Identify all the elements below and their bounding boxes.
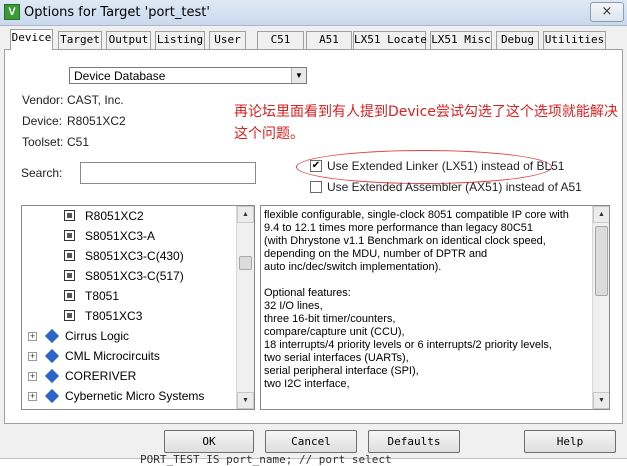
tab-target[interactable]: Target [58,31,102,49]
device-value: R8051XC2 [67,114,126,128]
device-database-value: Device Database [74,69,166,83]
tree-item-label: CML Microcircuits [65,349,160,363]
tree-item-label: S8051XC3-C(430) [85,249,184,263]
tree-item-vendor[interactable]: + CML Microcircuits [22,346,236,366]
cancel-button[interactable]: Cancel [265,430,357,453]
vendor-label: Vendor: [22,93,64,107]
vendor-icon [44,348,60,364]
tab-listing[interactable]: Listing [155,31,205,49]
tree-item-device[interactable]: T8051XC3 [22,306,236,326]
tab-lx51-locate[interactable]: LX51 Locate [353,31,427,49]
vendor-value: CAST, Inc. [67,93,124,107]
scroll-up-icon[interactable]: ▲ [237,206,254,223]
tree-item-label: S8051XC3-C(517) [85,269,184,283]
use-lx51-checkbox[interactable]: ✔ [310,160,322,172]
chip-icon [64,230,75,241]
tree-item-label: Cirrus Logic [65,329,130,343]
vendor-icon [44,328,60,344]
expand-icon[interactable]: + [28,372,37,381]
help-button[interactable]: Help [524,430,616,453]
title-bar: V Options for Target 'port_test' × [0,0,627,26]
tree-item-vendor[interactable]: + CORERIVER [22,366,236,386]
chip-icon [64,250,75,261]
close-icon: × [601,4,613,19]
tree-item-label: T8051XC3 [85,309,143,323]
tab-user[interactable]: User [209,31,246,49]
search-label: Search: [21,166,63,180]
background-code-text: PORT_TEST IS port_name; // port select [140,453,392,466]
tab-a51[interactable]: A51 [306,31,352,49]
use-ax51-checkbox[interactable] [310,181,322,193]
app-icon: V [4,4,20,20]
expand-icon[interactable]: + [28,352,37,361]
defaults-button[interactable]: Defaults [368,430,460,453]
tree-item-label: R8051XC2 [85,209,144,223]
device-tree[interactable]: R8051XC2 S8051XC3-A S8051XC3-C(430) S805… [21,205,255,410]
ok-button[interactable]: OK [164,430,254,453]
use-ax51-label[interactable]: Use Extended Assembler (AX51) instead of… [327,180,582,194]
annotation-note: 再论坛里面看到有人提到Device尝试勾选了这个选项就能解决这个问题。 [234,104,618,142]
use-lx51-label[interactable]: Use Extended Linker (LX51) instead of BL… [327,159,564,173]
tree-item-device[interactable]: S8051XC3-C(517) [22,266,236,286]
tree-item-vendor[interactable]: + Cirrus Logic [22,326,236,346]
device-label: Device: [22,114,63,128]
tree-item-label: T8051 [85,289,120,303]
tab-output[interactable]: Output [106,31,151,49]
toolset-label: Toolset: [22,135,64,149]
window-title: Options for Target 'port_test' [24,5,210,20]
tree-item-device[interactable]: T8051 [22,286,236,306]
tab-utilities[interactable]: Utilities [543,31,606,49]
chip-icon [64,310,75,321]
tree-item-label: Cybernetic Micro Systems [65,389,205,403]
tree-item-device[interactable]: S8051XC3-C(430) [22,246,236,266]
device-database-select[interactable]: Device Database ▼ [69,67,307,84]
vendor-icon [44,368,60,384]
expand-icon[interactable]: + [28,392,37,401]
scroll-down-icon[interactable]: ▼ [593,392,609,409]
device-description: flexible configurable, single-clock 8051… [260,205,610,410]
tree-item-vendor[interactable]: + Cybernetic Micro Systems [22,386,236,406]
search-input[interactable] [80,162,256,184]
tab-lx51-misc[interactable]: LX51 Misc [430,31,492,49]
expand-icon[interactable]: + [28,332,37,341]
tree-scrollbar[interactable]: ▲ ▼ [236,206,254,409]
tree-item-label: S8051XC3-A [85,229,156,243]
description-scrollbar[interactable]: ▲ ▼ [592,206,609,409]
tree-item-device[interactable]: R8051XC2 [22,206,236,226]
scrollbar-thumb[interactable] [239,256,252,270]
toolset-value: C51 [67,135,90,149]
tree-item-label: CORERIVER [65,369,137,383]
background-editor-strip: PORT_TEST IS port_name; // port select [0,453,627,466]
tab-device[interactable]: Device [10,29,53,50]
chip-icon [64,210,75,221]
tree-item-device[interactable]: S8051XC3-A [22,226,236,246]
tab-c51[interactable]: C51 [257,31,304,49]
tab-debug[interactable]: Debug [496,31,539,49]
vendor-icon [44,388,60,404]
chevron-down-icon: ▼ [291,68,306,83]
chip-icon [64,270,75,281]
scroll-down-icon[interactable]: ▼ [237,392,254,409]
close-button[interactable]: × [590,2,624,22]
chip-icon [64,290,75,301]
description-text: flexible configurable, single-clock 8051… [264,209,569,390]
scrollbar-thumb[interactable] [595,226,608,296]
scroll-up-icon[interactable]: ▲ [593,206,609,223]
